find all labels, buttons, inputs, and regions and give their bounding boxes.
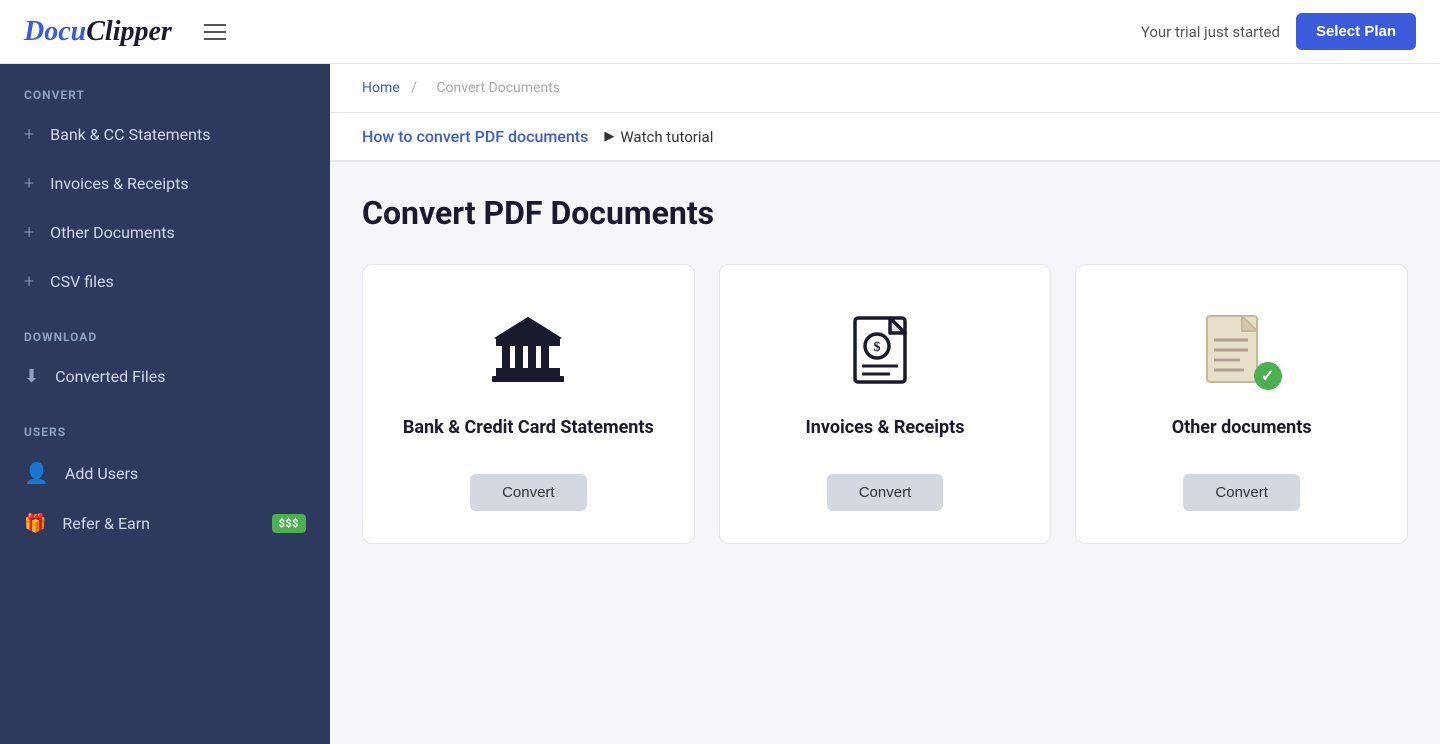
sidebar-item-label: Converted Files (55, 367, 306, 386)
page-title: Convert PDF Documents (362, 194, 1408, 232)
sidebar-item-label: CSV files (50, 272, 306, 291)
plus-icon: + (24, 271, 34, 292)
svg-text:$: $ (873, 340, 880, 355)
header-left: DocuClipper (24, 16, 226, 48)
tutorial-banner: How to convert PDF documents ▶ Watch tut… (330, 113, 1440, 162)
watch-tutorial-label: Watch tutorial (620, 128, 713, 146)
gift-icon: 🎁 (24, 513, 46, 534)
sidebar-item-refer-earn[interactable]: 🎁 Refer & Earn $$$ (0, 499, 330, 548)
select-plan-button[interactable]: Select Plan (1296, 13, 1416, 50)
header: DocuClipper Your trial just started Sele… (0, 0, 1440, 64)
download-section-title: DOWNLOAD (0, 306, 330, 352)
card-bank-title: Bank & Credit Card Statements (403, 415, 654, 440)
watch-tutorial[interactable]: ▶ Watch tutorial (604, 128, 713, 146)
sidebar-item-converted-files[interactable]: ⬇ Converted Files (0, 352, 330, 401)
card-invoices-convert-button[interactable]: Convert (827, 474, 944, 511)
hamburger-menu[interactable] (204, 24, 226, 40)
sidebar-item-add-users[interactable]: 👤 Add Users (0, 447, 330, 499)
check-badge: ✓ (1254, 362, 1282, 390)
card-bank-credit-card: Bank & Credit Card Statements Convert (362, 264, 695, 544)
sidebar-item-label: Bank & CC Statements (50, 125, 306, 144)
plus-icon: + (24, 173, 34, 194)
users-section-title: USERS (0, 401, 330, 447)
sidebar-item-label: Add Users (65, 464, 306, 483)
download-icon: ⬇ (24, 366, 39, 387)
card-invoices-receipts: $ Invoices & Receipts Convert (719, 264, 1052, 544)
sidebar-item-label: Invoices & Receipts (50, 174, 306, 193)
convert-section-title: CONVERT (0, 64, 330, 110)
layout: CONVERT + Bank & CC Statements + Invoice… (0, 64, 1440, 744)
play-icon: ▶ (604, 129, 614, 144)
header-right: Your trial just started Select Plan (1141, 13, 1416, 50)
page-content: Convert PDF Documents (330, 162, 1440, 576)
sidebar: CONVERT + Bank & CC Statements + Invoice… (0, 64, 330, 744)
breadcrumb-separator: / (411, 80, 417, 96)
sidebar-item-csv[interactable]: + CSV files (0, 257, 330, 306)
breadcrumb: Home / Convert Documents (330, 64, 1440, 113)
sidebar-item-invoices[interactable]: + Invoices & Receipts (0, 159, 330, 208)
card-other-title: Other documents (1172, 415, 1312, 440)
bank-icon (488, 305, 568, 395)
plus-icon: + (24, 124, 34, 145)
card-other-documents: ✓ Other documents Convert (1075, 264, 1408, 544)
other-doc-icon: ✓ (1202, 305, 1282, 395)
trial-text: Your trial just started (1141, 23, 1280, 41)
card-other-convert-button[interactable]: Convert (1183, 474, 1300, 511)
user-icon: 👤 (24, 461, 49, 485)
invoice-icon: $ (850, 305, 920, 395)
sidebar-item-label: Other Documents (50, 223, 306, 242)
cards-grid: Bank & Credit Card Statements Convert (362, 264, 1408, 544)
logo: DocuClipper (24, 16, 172, 48)
sidebar-item-bank-cc[interactable]: + Bank & CC Statements (0, 110, 330, 159)
card-bank-convert-button[interactable]: Convert (470, 474, 587, 511)
sidebar-item-label: Refer & Earn (62, 514, 255, 533)
breadcrumb-home[interactable]: Home (362, 80, 400, 96)
main-content: Home / Convert Documents How to convert … (330, 64, 1440, 744)
sidebar-item-other-docs[interactable]: + Other Documents (0, 208, 330, 257)
plus-icon: + (24, 222, 34, 243)
breadcrumb-current: Convert Documents (436, 80, 560, 96)
tutorial-link[interactable]: How to convert PDF documents (362, 127, 588, 146)
card-invoices-title: Invoices & Receipts (806, 415, 965, 440)
refer-earn-badge: $$$ (272, 514, 306, 533)
